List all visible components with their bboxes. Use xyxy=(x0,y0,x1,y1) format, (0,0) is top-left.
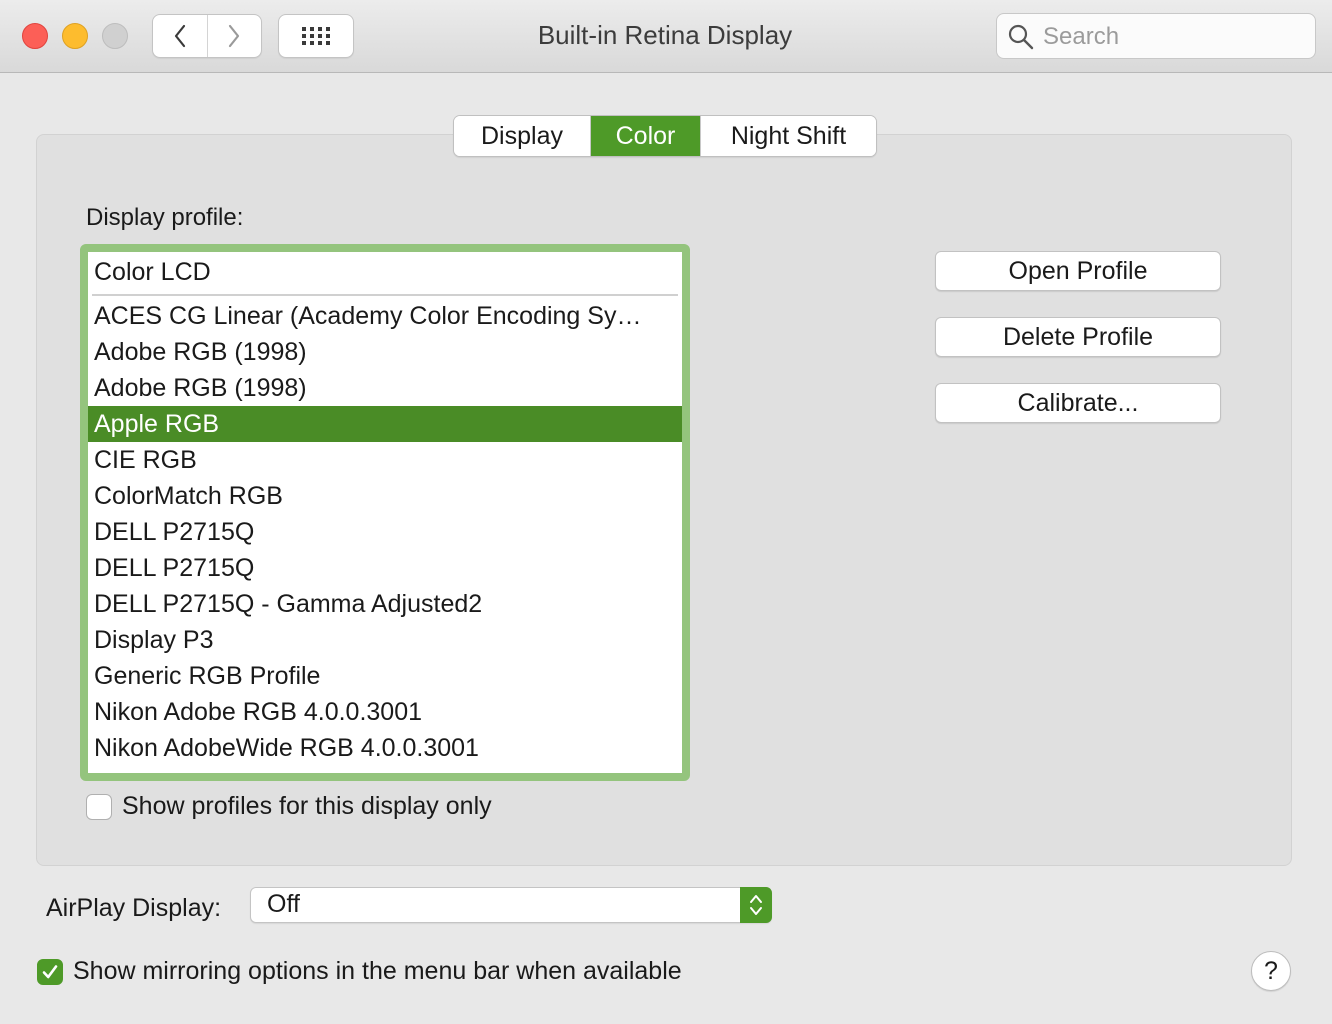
profile-item[interactable]: CIE RGB xyxy=(88,442,682,478)
profile-item[interactable]: Display P3 xyxy=(88,622,682,658)
tab-bar: Display Color Night Shift xyxy=(453,115,877,157)
navigation-buttons xyxy=(152,14,262,58)
profile-item[interactable]: ACES CG Linear (Academy Color Encoding S… xyxy=(88,298,682,334)
show-profiles-option: Show profiles for this display only xyxy=(86,792,492,821)
calibrate-button[interactable]: Calibrate... xyxy=(935,383,1221,423)
zoom-window-button[interactable] xyxy=(102,23,128,49)
chevron-left-icon xyxy=(174,24,185,48)
profile-item[interactable]: Nikon Adobe RGB 4.0.0.3001 xyxy=(88,694,682,730)
profile-item-selected[interactable]: Apple RGB xyxy=(88,406,682,442)
chevron-right-icon xyxy=(229,24,240,48)
search-input[interactable] xyxy=(1041,20,1305,54)
title-bar: Built-in Retina Display xyxy=(0,0,1332,73)
search-icon xyxy=(1008,24,1034,50)
help-button[interactable]: ? xyxy=(1251,951,1291,991)
delete-profile-button[interactable]: Delete Profile xyxy=(935,317,1221,357)
tab-night-shift[interactable]: Night Shift xyxy=(700,116,876,156)
minimize-window-button[interactable] xyxy=(62,23,88,49)
open-profile-button[interactable]: Open Profile xyxy=(935,251,1221,291)
profile-item[interactable]: ColorMatch RGB xyxy=(88,478,682,514)
profile-item[interactable]: DELL P2715Q xyxy=(88,550,682,586)
airplay-display-label: AirPlay Display: xyxy=(46,894,222,922)
mirroring-option: Show mirroring options in the menu bar w… xyxy=(37,957,682,986)
forward-button[interactable] xyxy=(206,15,262,57)
list-separator xyxy=(92,294,678,296)
display-profile-label: Display profile: xyxy=(86,204,244,231)
profile-list[interactable]: Color LCD ACES CG Linear (Academy Color … xyxy=(80,244,690,781)
select-arrows-icon xyxy=(740,887,772,923)
back-button[interactable] xyxy=(153,15,207,57)
airplay-display-value: Off xyxy=(267,890,300,918)
window-title: Built-in Retina Display xyxy=(537,20,793,50)
profile-item[interactable]: Adobe RGB (1998) xyxy=(88,334,682,370)
tab-color[interactable]: Color xyxy=(590,116,700,156)
profile-item[interactable]: Nikon AdobeWide RGB 4.0.0.3001 xyxy=(88,730,682,766)
show-profiles-checkbox[interactable] xyxy=(86,793,112,820)
search-field[interactable] xyxy=(996,13,1316,59)
show-profiles-label[interactable]: Show profiles for this display only xyxy=(122,792,492,821)
profile-list-content: Color LCD ACES CG Linear (Academy Color … xyxy=(88,252,682,773)
current-profile-item[interactable]: Color LCD xyxy=(88,252,682,294)
profile-item[interactable]: DELL P2715Q - Gamma Adjusted2 xyxy=(88,586,682,622)
profile-item[interactable]: Generic RGB Profile xyxy=(88,658,682,694)
profile-item[interactable]: Adobe RGB (1998) xyxy=(88,370,682,406)
grid-icon xyxy=(302,27,330,45)
close-window-button[interactable] xyxy=(22,23,48,49)
checkmark-icon xyxy=(42,964,58,978)
mirroring-label[interactable]: Show mirroring options in the menu bar w… xyxy=(73,957,682,986)
airplay-display-select[interactable]: Off xyxy=(250,887,772,923)
tab-display[interactable]: Display xyxy=(454,116,590,156)
mirroring-checkbox[interactable] xyxy=(37,958,63,985)
profile-item[interactable]: DELL P2715Q xyxy=(88,514,682,550)
show-all-button[interactable] xyxy=(278,14,354,58)
